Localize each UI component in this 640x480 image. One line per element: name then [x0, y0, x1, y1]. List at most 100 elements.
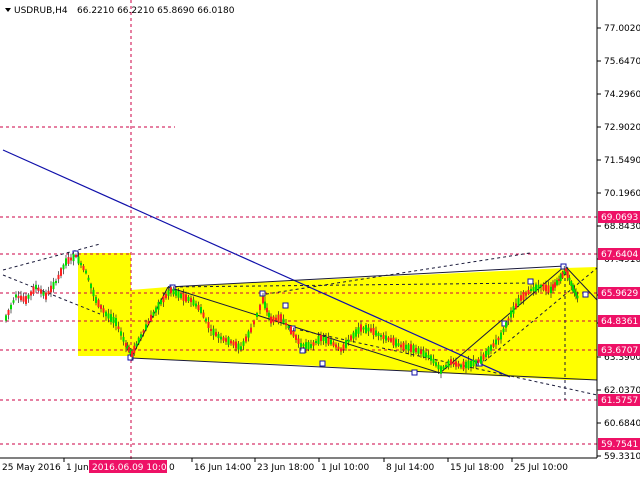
symbol-timeframe: USDRUB,H4 [14, 6, 68, 16]
candle-bear [245, 336, 247, 342]
candle-bull [72, 253, 75, 262]
candle-bear [253, 320, 255, 325]
candle-bull [90, 283, 92, 289]
candle-bear [202, 312, 205, 318]
candle-bear [337, 346, 340, 350]
candle-bull [10, 304, 12, 310]
candle-bull [495, 339, 497, 345]
candle-bull [440, 366, 442, 374]
candle-bull [115, 318, 117, 326]
price-chart[interactable]: 77.0020 75.6470 74.2960 72.9020 71.5490 70.19… [0, 0, 640, 480]
price-tick-label: 68.8430 [604, 222, 640, 232]
price-level-label: 64.8361 [601, 317, 638, 327]
candle-bull [282, 318, 285, 324]
candle-bear [235, 341, 237, 349]
wave-marker [319, 360, 326, 367]
price-level-label: 69.0693 [601, 213, 638, 223]
candle-bear [37, 287, 40, 291]
candle-bull [570, 281, 573, 286]
candle-bull [347, 339, 350, 343]
candle-bull [357, 327, 360, 334]
candle-bear [482, 354, 485, 360]
candle-bear [275, 317, 277, 321]
candle-bull [87, 277, 90, 281]
candle-bear [277, 314, 280, 323]
candle-bull [470, 360, 472, 368]
price-tick-label: 75.6470 [604, 57, 640, 67]
candle-bear [520, 295, 522, 301]
candle-bear [266, 307, 268, 313]
candle-bull [175, 290, 177, 296]
candle-bull [377, 333, 380, 336]
candle-bull [442, 366, 445, 370]
candle-bear [250, 327, 252, 333]
candle-bull [192, 299, 195, 306]
candle-bull [107, 313, 110, 319]
candle-bear [30, 291, 32, 296]
candle-bear [566, 271, 569, 278]
candle-bear [547, 285, 550, 293]
candle-bull [352, 332, 355, 339]
candle-bear [402, 342, 405, 351]
candle-bull [432, 358, 435, 364]
candle-bear [312, 342, 315, 346]
time-tick-label: 25 May 2016 [2, 463, 61, 473]
candle-bull [240, 346, 242, 350]
candle-bull [362, 327, 365, 330]
candle-bull [140, 334, 142, 338]
candle-bull [505, 322, 507, 328]
candle-bull [532, 286, 535, 292]
price-axis: 77.0020 75.6470 74.2960 72.9020 71.5490 70.19… [596, 0, 640, 480]
price-level-label: 67.6404 [601, 250, 638, 260]
candle-bull [55, 280, 57, 284]
candle-bear [552, 284, 554, 291]
candle-bear [542, 283, 545, 291]
candle-bear [387, 337, 390, 341]
candle-bull [576, 295, 579, 299]
candle-bull [475, 360, 477, 364]
candle-bull [412, 345, 415, 353]
candle-bear [554, 282, 556, 288]
candle-bear [230, 340, 232, 344]
candle-bull [77, 256, 80, 264]
highlight-zone-right [565, 314, 597, 380]
candle-bull [310, 344, 312, 348]
candle-bear [290, 326, 292, 334]
candle-bull [480, 356, 482, 364]
time-tick-label: 25 Jul 10:00 [514, 463, 568, 473]
candle-bull [460, 364, 462, 368]
plot-area [0, 0, 597, 480]
candle-bull [177, 291, 180, 298]
candle-bull [187, 296, 190, 302]
candle-bull [264, 301, 266, 309]
candle-bull [105, 311, 107, 317]
candle-bear [450, 359, 452, 365]
candle-bear [117, 326, 120, 329]
candle-bull [322, 337, 325, 341]
candle-bear [561, 272, 564, 278]
candle-bear [320, 334, 322, 342]
candle-bear [400, 344, 402, 348]
candle-bear [207, 321, 210, 329]
candle-bear [225, 338, 227, 342]
candle-bull [135, 343, 138, 347]
candle-bear [340, 348, 342, 352]
time-tick-label: 16 Jun 14:00 [194, 463, 251, 473]
candle-bear [165, 293, 167, 299]
candle-bull [80, 262, 82, 266]
candle-bull [367, 327, 370, 332]
candle-bear [222, 337, 225, 341]
candle-bear [262, 296, 264, 304]
candle-bear [522, 292, 525, 300]
candle-bull [35, 284, 37, 290]
candle-bull [247, 331, 250, 338]
wave-marker [560, 263, 567, 270]
candle-bear [50, 285, 52, 293]
candle-bear [392, 337, 395, 346]
candle-bull [427, 354, 430, 359]
candle-bear [25, 296, 27, 304]
candle-bull [550, 286, 552, 294]
candle-bull [573, 289, 576, 293]
ohlc-values: 66.2210 66.2210 65.8690 66.0180 [77, 6, 235, 16]
wave-marker [282, 302, 289, 309]
